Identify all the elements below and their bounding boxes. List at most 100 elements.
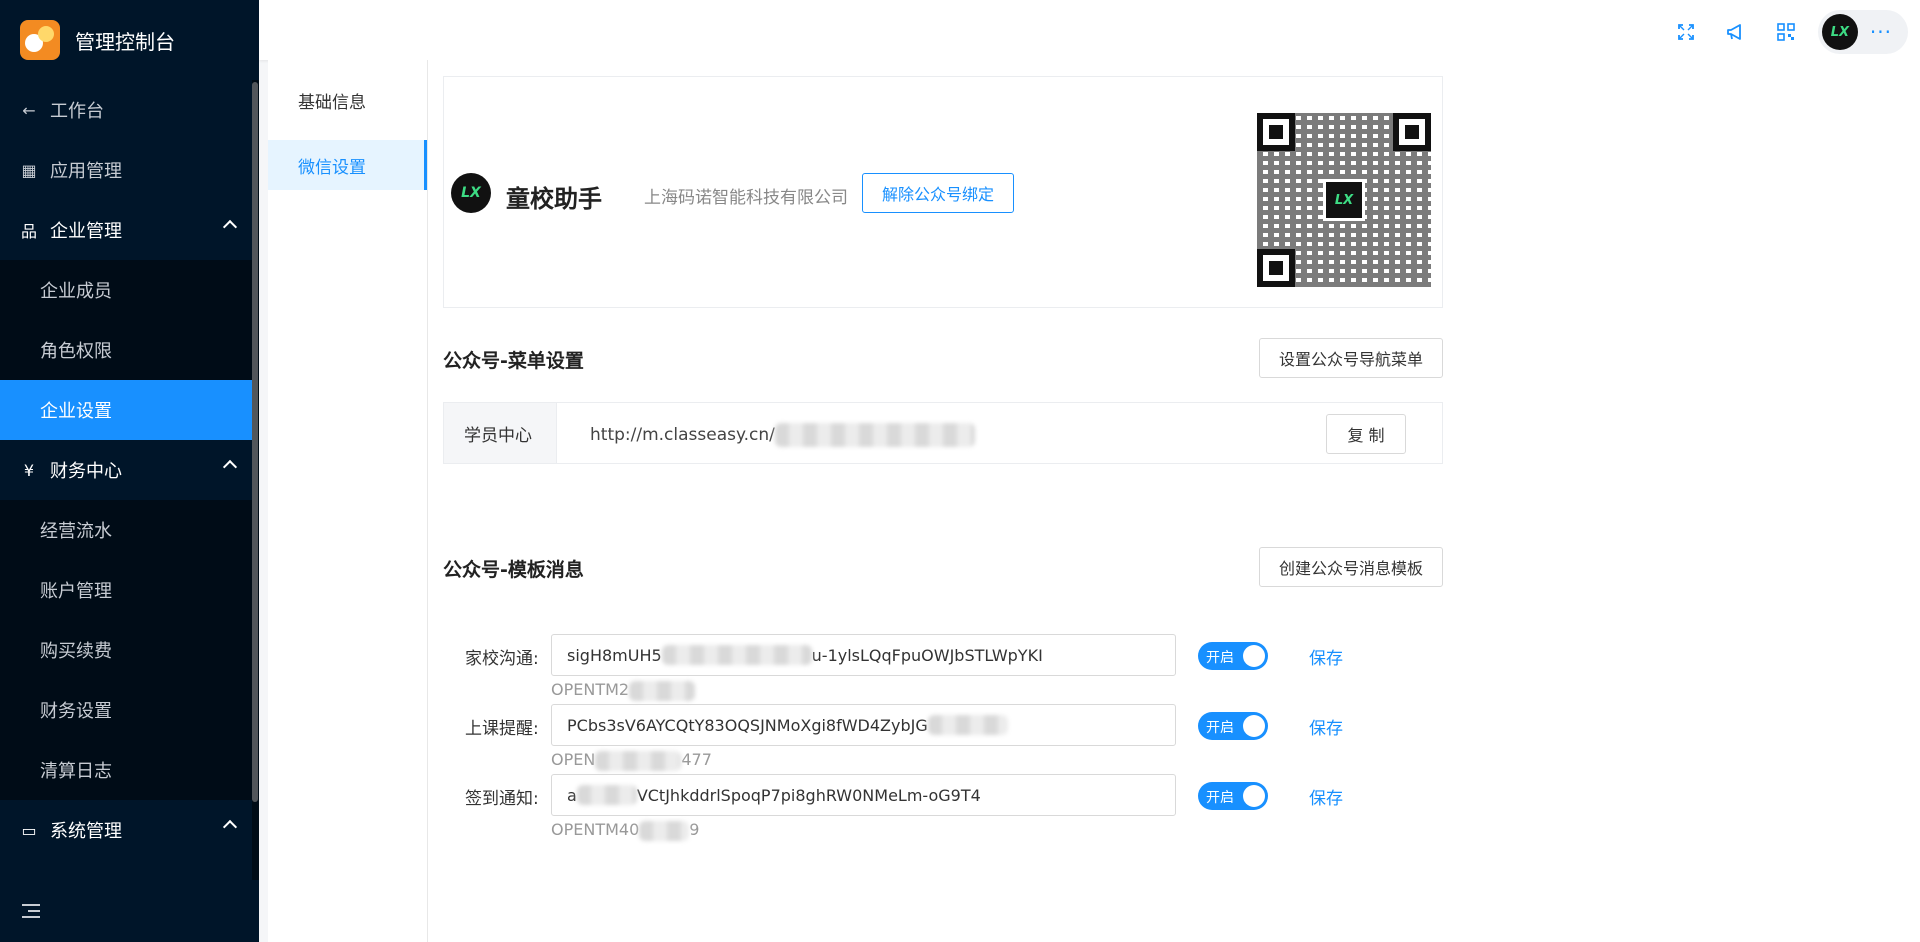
template-id-input[interactable]: sigH8mUH5 u-1ylsLQqFpuOWJbSTLWpYKI: [551, 634, 1176, 676]
toggle-knob: [1243, 785, 1265, 807]
avatar: LX: [1821, 14, 1858, 50]
sidebar-item-apps[interactable]: ▦ 应用管理: [0, 140, 259, 200]
template-label: 家校沟通:: [465, 649, 539, 669]
sidebar: 管理控制台 ← 工作台 ▦ 应用管理 品 企业管理 企业成员 角色权限 企业设置…: [0, 0, 259, 942]
fullscreen-icon[interactable]: [1666, 12, 1706, 52]
account-name: 童校助手: [506, 185, 602, 213]
save-link[interactable]: 保存: [1309, 714, 1343, 739]
sidebar-scrollbar[interactable]: [252, 82, 258, 802]
toggle-knob: [1243, 645, 1265, 667]
sidebar-item-enterprise-settings[interactable]: 企业设置: [0, 380, 252, 440]
template-toggle[interactable]: 开启: [1198, 712, 1268, 740]
official-account-card: LX 童校助手 上海码诺智能科技有限公司 解除公众号绑定 LX: [443, 76, 1443, 308]
redacted-blur: [576, 785, 637, 805]
company-name: 上海码诺智能科技有限公司: [644, 188, 848, 208]
sidebar-group-system[interactable]: ▭ 系统管理: [0, 800, 259, 860]
input-value-suffix: VCtJhkddrlSpoqP7pi8ghRW0NMeLm-oG9T4: [636, 785, 981, 805]
top-header: LX ···: [259, 0, 1920, 60]
collapse-sidebar-button[interactable]: [0, 880, 259, 942]
sidebar-item-members[interactable]: 企业成员: [0, 260, 259, 320]
set-nav-menu-button[interactable]: 设置公众号导航菜单: [1258, 338, 1443, 378]
save-link[interactable]: 保存: [1309, 644, 1343, 669]
code-suffix: 9: [689, 820, 700, 839]
sidebar-item-accounts[interactable]: 账户管理: [0, 560, 259, 620]
sidebar-item-roles[interactable]: 角色权限: [0, 320, 259, 380]
tab-basic-info[interactable]: 基础信息: [268, 75, 427, 125]
redacted-blur: [639, 820, 690, 841]
org-chart-icon: 品: [20, 222, 37, 241]
qr-finder-bottom-left: [1257, 249, 1295, 287]
sidebar-group-enterprise[interactable]: 品 企业管理: [0, 200, 259, 260]
sidebar-group-label: 财务中心: [50, 461, 122, 482]
unbind-account-button[interactable]: 解除公众号绑定: [862, 173, 1015, 213]
input-value-prefix: sigH8mUH5: [567, 645, 662, 665]
template-toggle[interactable]: 开启: [1198, 642, 1268, 670]
content-panel: 基础信息 微信设置 LX 童校助手 上海码诺智能科技有限公司 解除公众号绑定 L…: [268, 60, 1920, 942]
menu-section-title: 公众号-菜单设置: [443, 350, 584, 372]
url-value: http://m.classeasy.cn/: [590, 425, 775, 445]
chevron-up-icon: [222, 459, 238, 475]
code-prefix: OPENTM2: [551, 680, 630, 699]
sidebar-item-settlement-log[interactable]: 清算日志: [0, 740, 259, 800]
sidebar-item-renewal[interactable]: 购买续费: [0, 620, 259, 680]
template-row: 家校沟通: sigH8mUH5 u-1ylsLQqFpuOWJbSTLWpYKI …: [443, 634, 1443, 704]
toggle-label: 开启: [1206, 650, 1234, 666]
settings-tabs: 基础信息 微信设置: [268, 60, 428, 942]
redacted-blur: [661, 645, 812, 665]
sidebar-item-label: 应用管理: [50, 161, 122, 182]
qr-center-logo: LX: [1323, 179, 1365, 221]
finance-submenu: 经营流水 账户管理 购买续费 财务设置 清算日志: [0, 500, 259, 800]
sidebar-item-transactions[interactable]: 经营流水: [0, 500, 259, 560]
toggle-knob: [1243, 715, 1265, 737]
student-center-row: 学员中心 http://m.classeasy.cn/ 复 制: [443, 402, 1443, 464]
arrow-left-icon: ←: [22, 100, 36, 120]
create-template-button[interactable]: 创建公众号消息模板: [1258, 547, 1443, 587]
redacted-blur: [595, 750, 682, 771]
sidebar-group-finance[interactable]: ¥ 财务中心: [0, 440, 259, 500]
redacted-blur: [927, 715, 1008, 735]
template-label: 上课提醒:: [465, 719, 539, 739]
monitor-icon: ▭: [21, 820, 37, 840]
qr-finder-top-left: [1257, 113, 1295, 151]
qrcode-icon[interactable]: [1766, 12, 1806, 52]
template-row: 上课提醒: PCbs3sV6AYCQtY83OQSJNMoXgi8fWD4Zyb…: [443, 704, 1443, 774]
brand-title: 管理控制台: [75, 29, 175, 54]
tab-wechat-settings[interactable]: 微信设置: [268, 140, 427, 190]
student-center-url: http://m.classeasy.cn/: [590, 423, 975, 447]
input-value-prefix: a: [567, 785, 577, 805]
template-id-input[interactable]: a VCtJhkddrlSpoqP7pi8ghRW0NMeLm-oG9T4: [551, 774, 1176, 816]
redacted-blur: [629, 680, 696, 701]
toggle-label: 开启: [1206, 720, 1234, 736]
copy-button[interactable]: 复 制: [1326, 414, 1406, 454]
announcement-icon[interactable]: [1716, 12, 1756, 52]
code-prefix: OPEN: [551, 750, 596, 769]
sidebar-group-label: 企业管理: [50, 221, 122, 242]
header-actions: LX ···: [1656, 10, 1908, 54]
save-link[interactable]: 保存: [1309, 784, 1343, 809]
menu-fold-icon: [22, 904, 40, 918]
code-prefix: OPENTM40: [551, 820, 640, 839]
template-section-title: 公众号-模板消息: [443, 559, 584, 581]
qr-finder-top-right: [1393, 113, 1431, 151]
template-code: OPENTM40 9: [551, 820, 699, 841]
sidebar-item-label: 工作台: [50, 101, 104, 122]
account-avatar: LX: [451, 173, 491, 213]
more-icon: ···: [1869, 20, 1892, 44]
template-code: OPEN 477: [551, 750, 712, 771]
code-suffix: 477: [681, 750, 712, 769]
template-label: 签到通知:: [465, 789, 539, 809]
template-toggle[interactable]: 开启: [1198, 782, 1268, 810]
sidebar-menu: ← 工作台 ▦ 应用管理 品 企业管理 企业成员 角色权限 企业设置 ¥ 财务中…: [0, 80, 259, 860]
enterprise-submenu: 企业成员 角色权限 企业设置: [0, 260, 259, 440]
account-qrcode: LX: [1257, 113, 1431, 287]
input-value-prefix: PCbs3sV6AYCQtY83OQSJNMoXgi8fWD4ZybJG: [567, 715, 928, 735]
user-menu[interactable]: LX ···: [1817, 10, 1908, 54]
template-row: 签到通知: a VCtJhkddrlSpoqP7pi8ghRW0NMeLm-oG9…: [443, 774, 1443, 844]
brand[interactable]: 管理控制台: [0, 0, 259, 80]
sidebar-item-finance-settings[interactable]: 财务设置: [0, 680, 259, 740]
sidebar-group-label: 系统管理: [50, 821, 122, 842]
redacted-blur: [774, 423, 975, 447]
sidebar-item-workbench[interactable]: ← 工作台: [0, 80, 259, 140]
input-value-suffix: u-1ylsLQqFpuOWJbSTLWpYKI: [811, 645, 1043, 665]
template-id-input[interactable]: PCbs3sV6AYCQtY83OQSJNMoXgi8fWD4ZybJG: [551, 704, 1176, 746]
